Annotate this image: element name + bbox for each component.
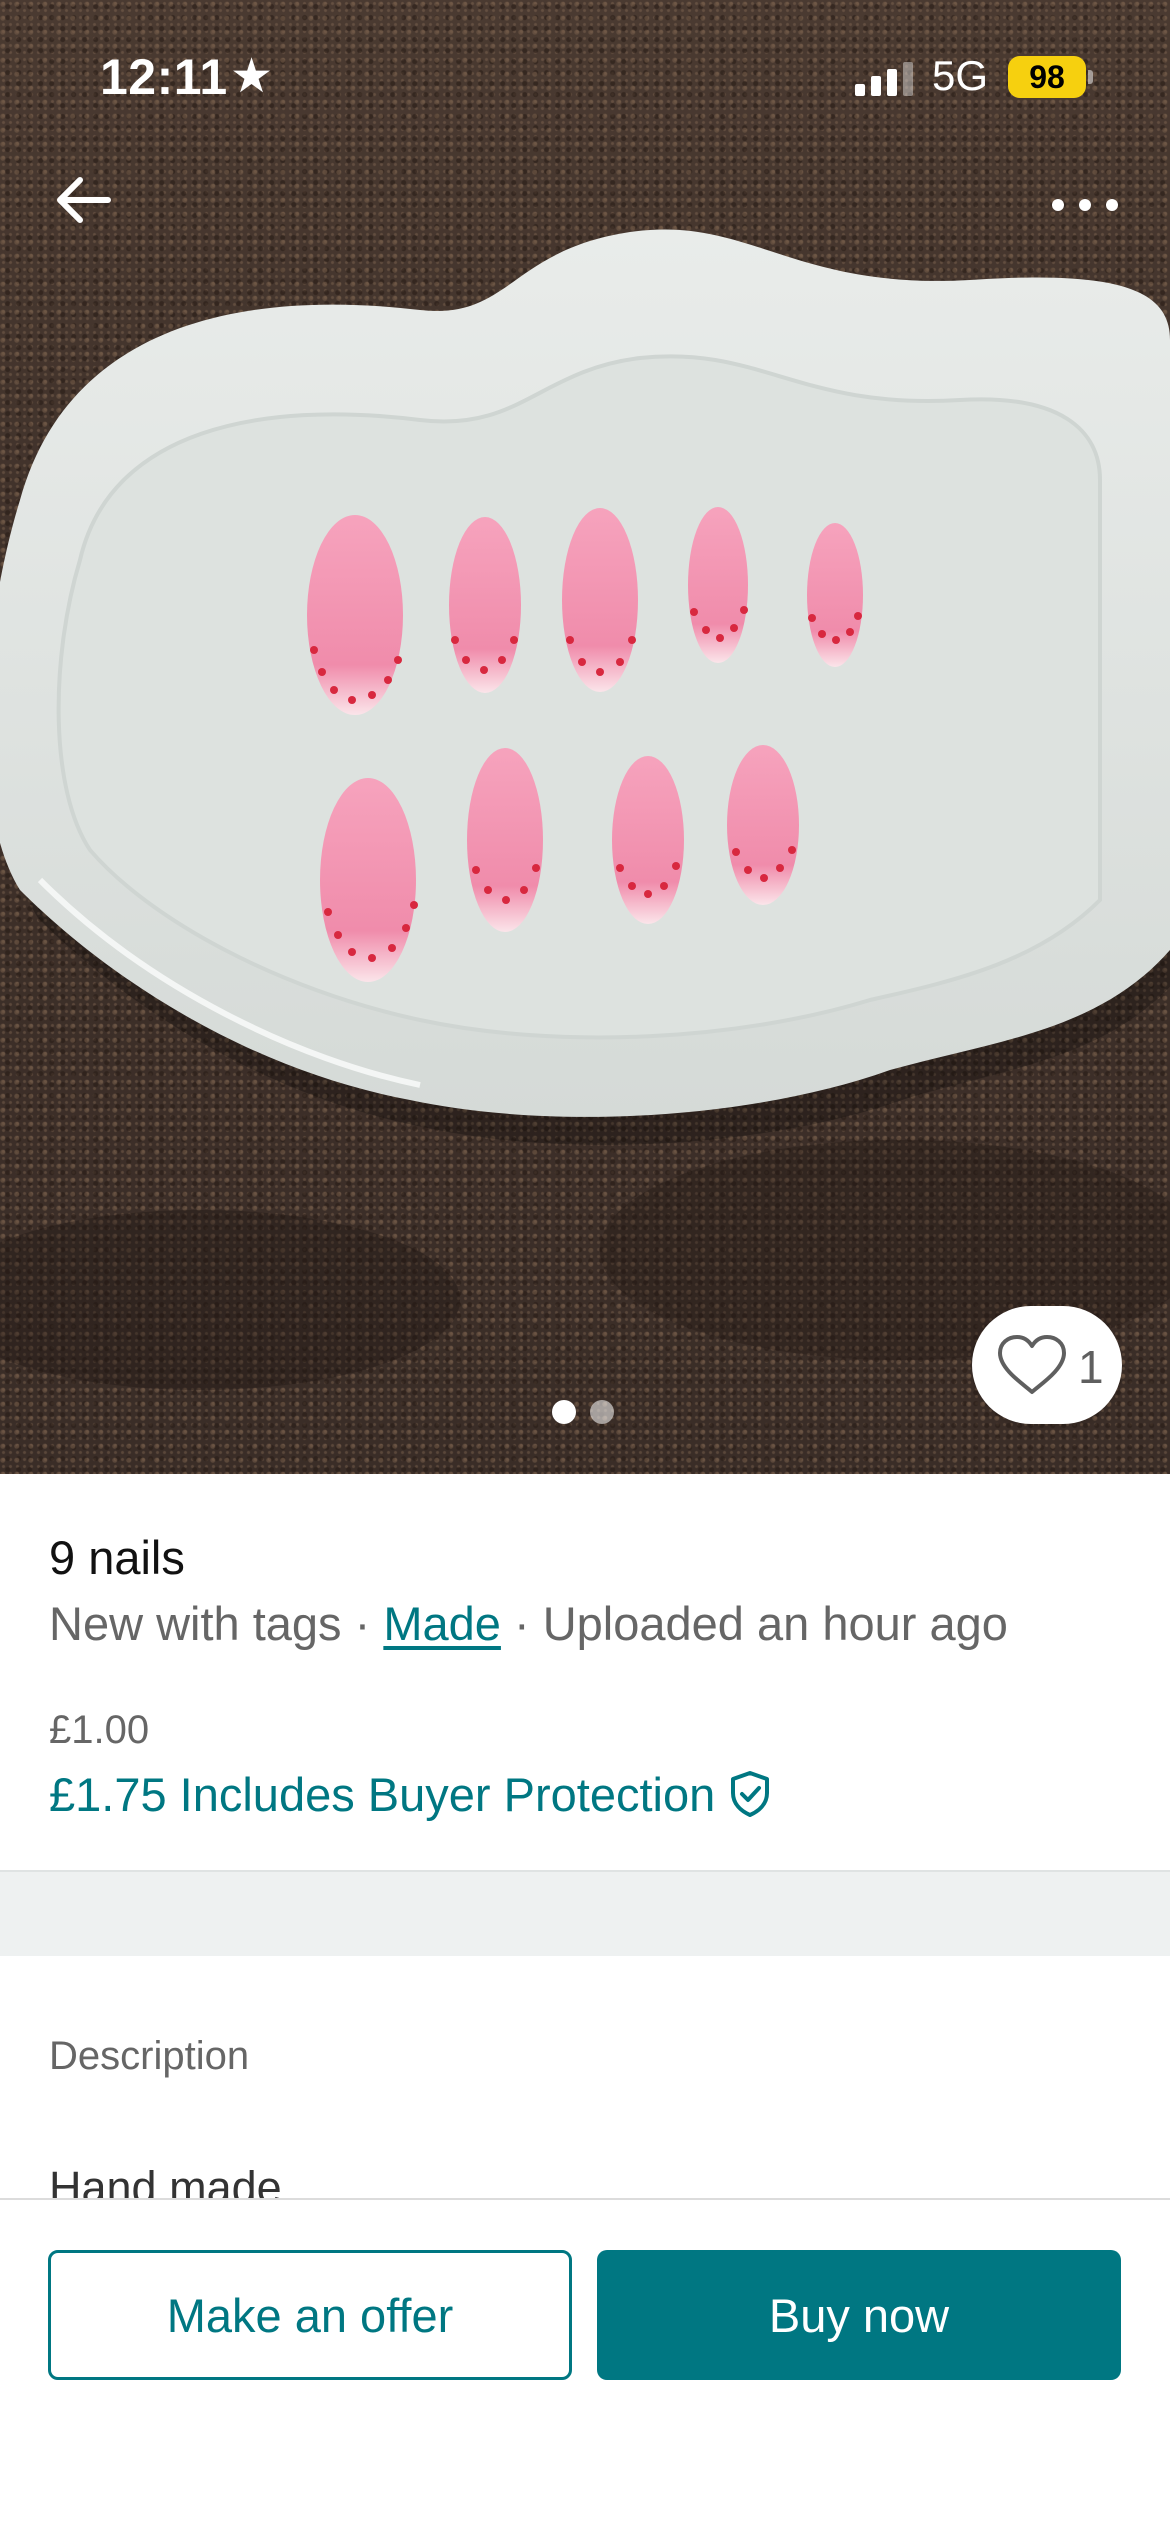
star-icon: ★ xyxy=(230,50,274,103)
favorite-count: 1 xyxy=(1078,1341,1104,1393)
item-detail-screen: 12:11 ★ 5G 98 1 9 nails New with tags · … xyxy=(0,0,1170,2532)
arrow-left-icon xyxy=(57,177,111,223)
brand-link[interactable]: Made xyxy=(383,1597,501,1650)
battery-level: 98 xyxy=(1008,56,1086,98)
network-type: 5G xyxy=(932,52,989,99)
page-dot xyxy=(590,1400,614,1424)
item-photo-carousel[interactable]: 12:11 ★ 5G 98 1 xyxy=(0,0,1170,1474)
description-text: Hand made xyxy=(49,2162,282,2198)
buyer-protection-price[interactable]: £1.75 Includes Buyer Protection xyxy=(49,1764,773,1824)
more-options-button[interactable] xyxy=(1040,170,1130,240)
make-offer-button[interactable]: Make an offer xyxy=(48,2250,572,2380)
total-price-label: £1.75 Includes Buyer Protection xyxy=(49,1767,716,1821)
battery-tip xyxy=(1088,70,1093,84)
shield-check-icon xyxy=(731,1771,770,1817)
item-condition: New with tags xyxy=(49,1597,342,1650)
meta-separator: · xyxy=(500,1597,543,1650)
favorite-button[interactable]: 1 xyxy=(972,1306,1122,1424)
section-gap xyxy=(0,1872,1170,1956)
page-dot-active xyxy=(552,1400,576,1424)
item-meta: New with tags · Made · Uploaded an hour … xyxy=(49,1596,1008,1651)
buy-now-button[interactable]: Buy now xyxy=(597,2250,1121,2380)
action-bar: Make an offer Buy now xyxy=(0,2198,1170,2532)
cellular-signal-icon xyxy=(855,62,915,96)
heart-icon xyxy=(998,1335,1066,1394)
status-time: 12:11 xyxy=(100,49,228,105)
item-photo xyxy=(0,229,1170,1390)
upload-time: Uploaded an hour ago xyxy=(542,1597,1008,1650)
item-price: £1.00 xyxy=(49,1708,150,1752)
status-bar: 12:11 ★ 5G 98 xyxy=(0,0,1170,150)
more-horizontal-icon xyxy=(1052,199,1118,211)
back-button[interactable] xyxy=(46,160,126,240)
description-label: Description xyxy=(49,2034,250,2078)
meta-separator: · xyxy=(341,1597,384,1650)
item-details: 9 nails New with tags · Made · Uploaded … xyxy=(0,1474,1170,1872)
description-section: Description Hand made xyxy=(0,1956,1170,2198)
item-title: 9 nails xyxy=(49,1531,185,1584)
